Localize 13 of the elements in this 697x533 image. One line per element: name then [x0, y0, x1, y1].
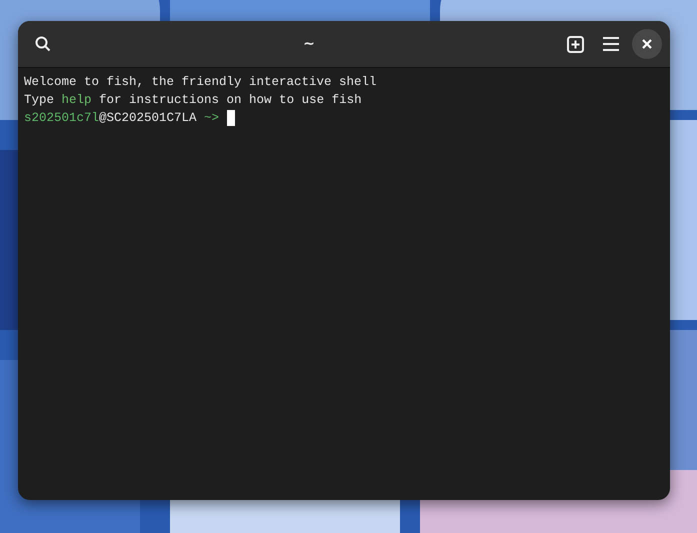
terminal-text: for instructions on how to use fish	[98, 92, 362, 109]
terminal-text: @SC202501C7LA	[99, 110, 197, 127]
plus-square-icon	[566, 36, 584, 52]
terminal-text: help	[62, 92, 92, 109]
terminal-text: s202501c7l	[24, 110, 100, 127]
close-icon	[642, 39, 652, 49]
close-button[interactable]	[632, 29, 662, 59]
menu-icon	[603, 37, 619, 51]
terminal-text: Type	[24, 92, 56, 109]
terminal-text: ~>	[203, 110, 220, 127]
terminal-text: Welcome to fish, the friendly interactive shell	[24, 74, 377, 91]
search-icon	[35, 36, 51, 52]
window-title: ~	[302, 36, 316, 52]
